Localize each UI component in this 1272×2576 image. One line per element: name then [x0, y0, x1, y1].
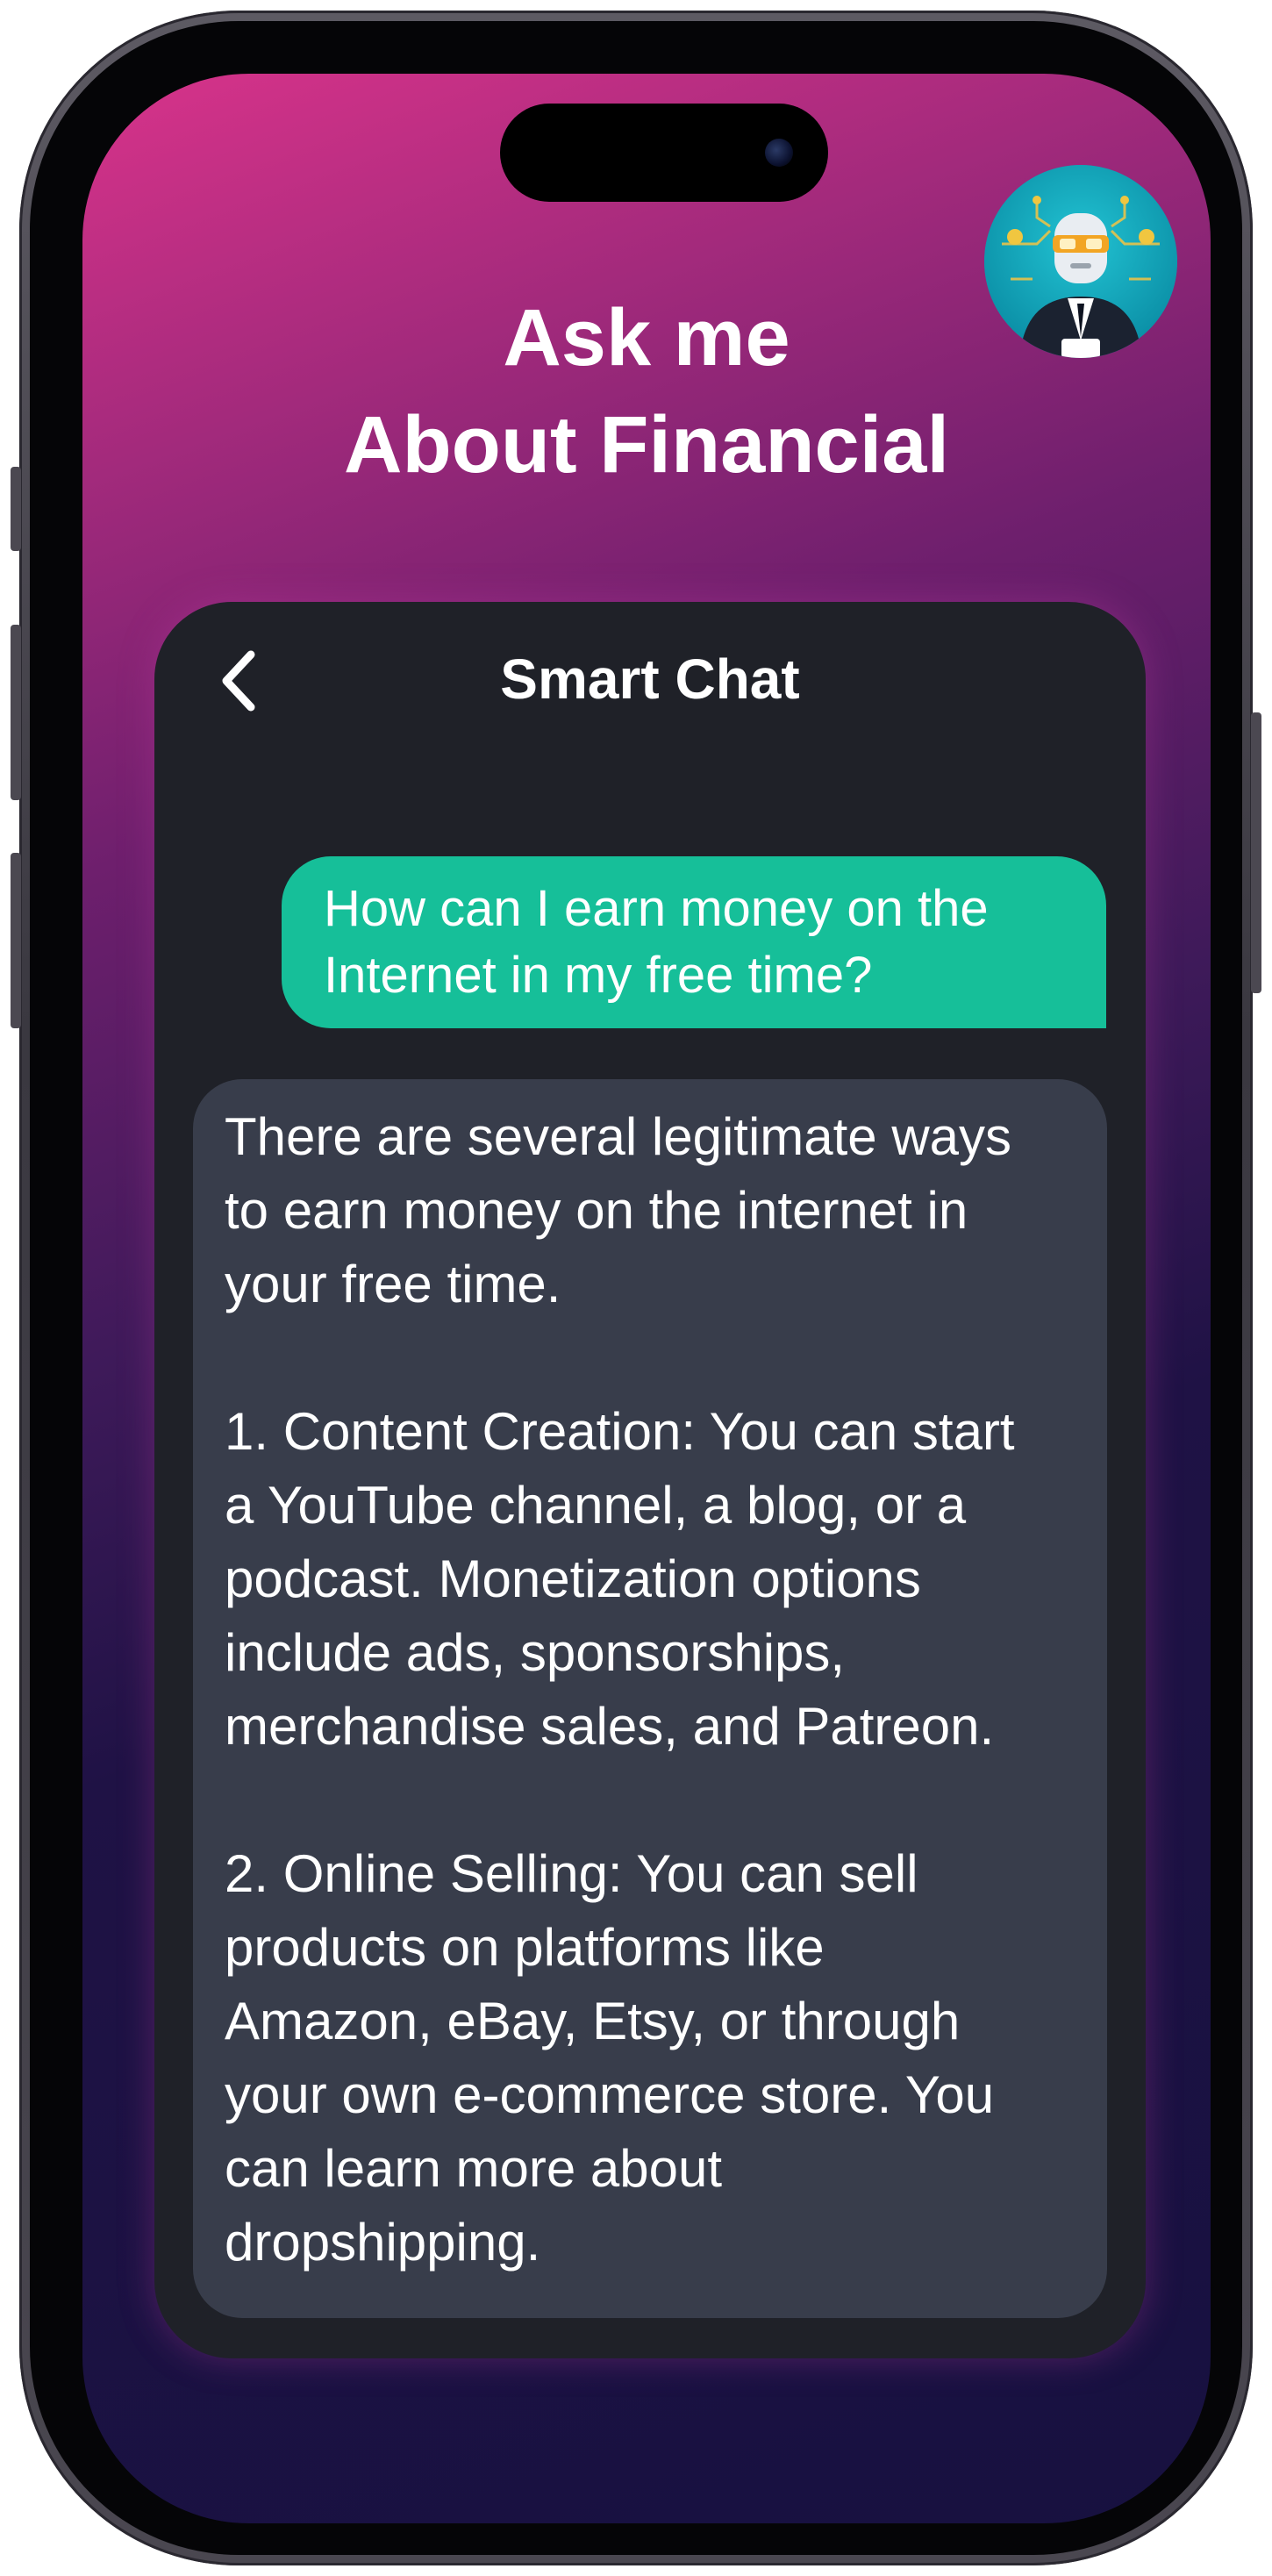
- camera-icon: [765, 139, 793, 167]
- phone-bezel: Ask me About Financial Smart Chat How ca…: [30, 21, 1242, 2555]
- bot-message-line: 2. Online Selling: You can sell: [225, 1844, 918, 1903]
- bot-message-line: [225, 1764, 1075, 1837]
- action-button: [11, 467, 21, 551]
- user-message-bubble: How can I earn money on the Internet in …: [282, 856, 1106, 1028]
- bot-message-line: include ads, sponsorships,: [225, 1623, 846, 1682]
- chat-header: Smart Chat: [154, 602, 1146, 751]
- user-message-line-2: Internet in my free time?: [324, 947, 873, 1004]
- app-screen: Ask me About Financial Smart Chat How ca…: [82, 74, 1211, 2523]
- user-message-line-1: How can I earn money on the: [324, 880, 989, 937]
- dynamic-island: [500, 104, 828, 202]
- bot-message-bubble: There are several legitimate ways to ear…: [193, 1079, 1107, 2318]
- hero-title-line-1: Ask me: [503, 293, 790, 383]
- bot-message-line: merchandise sales, and Patreon.: [225, 1697, 995, 1756]
- bot-message-line: your free time.: [225, 1255, 561, 1313]
- power-button: [1251, 712, 1261, 993]
- bot-message-line: to earn money on the internet in: [225, 1181, 968, 1240]
- chat-card: Smart Chat How can I earn money on the I…: [154, 602, 1146, 2358]
- bot-message-line: 1. Content Creation: You can start: [225, 1402, 1015, 1461]
- hero-title: Ask me About Financial: [82, 284, 1211, 498]
- volume-up-button: [11, 625, 21, 800]
- bot-message-line: a YouTube channel, a blog, or a: [225, 1476, 967, 1535]
- bot-message-line: podcast. Monetization options: [225, 1549, 921, 1608]
- phone-frame: Ask me About Financial Smart Chat How ca…: [11, 11, 1261, 2565]
- bot-message-line: your own e-commerce store. You: [225, 2065, 995, 2124]
- bot-message-line: can learn more about: [225, 2139, 723, 2198]
- hero-title-line-2: About Financial: [344, 400, 949, 490]
- bot-message-line: There are several legitimate ways: [225, 1107, 1012, 1166]
- bot-message-line: dropshipping.: [225, 2213, 541, 2272]
- bot-message-line: Amazon, eBay, Etsy, or through: [225, 1992, 961, 2050]
- bot-message-line: products on platforms like: [225, 1918, 825, 1977]
- volume-down-button: [11, 853, 21, 1028]
- bot-message-line: [225, 1321, 1075, 1395]
- chat-title: Smart Chat: [500, 648, 800, 711]
